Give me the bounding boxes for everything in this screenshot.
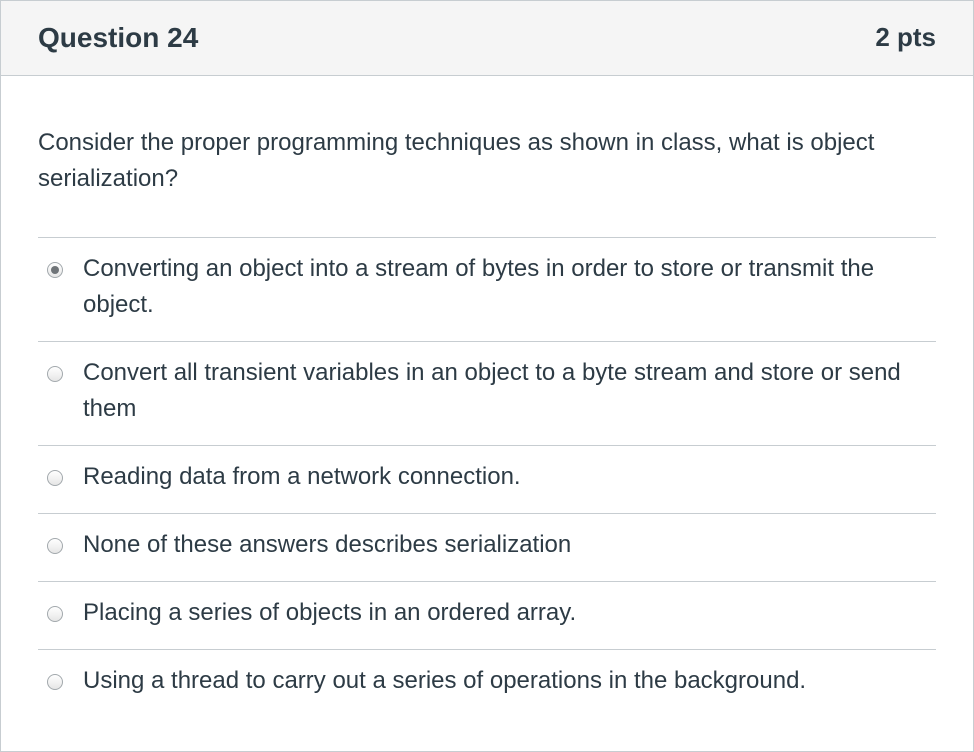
question-card: Question 24 2 pts Consider the proper pr… <box>0 0 974 752</box>
radio-button[interactable] <box>47 674 63 690</box>
answer-label[interactable]: Reading data from a network connection. <box>83 459 928 495</box>
radio-button[interactable] <box>47 366 63 382</box>
question-title: Question 24 <box>38 22 199 53</box>
answer-label[interactable]: Using a thread to carry out a series of … <box>83 663 928 699</box>
answer-option[interactable]: Placing a series of objects in an ordere… <box>38 582 936 650</box>
radio-button[interactable] <box>47 606 63 622</box>
answer-label[interactable]: Convert all transient variables in an ob… <box>83 355 928 427</box>
radio-button[interactable] <box>47 470 63 486</box>
question-body: Consider the proper programming techniqu… <box>1 125 973 717</box>
answer-option[interactable]: Converting an object into a stream of by… <box>38 238 936 342</box>
question-points: 2 pts <box>875 22 936 52</box>
radio-button[interactable] <box>47 538 63 554</box>
answer-option[interactable]: Reading data from a network connection. <box>38 446 936 514</box>
answer-label[interactable]: Converting an object into a stream of by… <box>83 251 928 323</box>
question-header: Question 24 2 pts <box>1 1 973 76</box>
answer-option[interactable]: Convert all transient variables in an ob… <box>38 342 936 446</box>
answer-list: Converting an object into a stream of by… <box>38 237 936 717</box>
question-text: Consider the proper programming techniqu… <box>38 129 875 192</box>
answer-label[interactable]: None of these answers describes serializ… <box>83 527 928 563</box>
answer-label[interactable]: Placing a series of objects in an ordere… <box>83 595 928 631</box>
answer-option[interactable]: Using a thread to carry out a series of … <box>38 650 936 717</box>
radio-button[interactable] <box>47 262 63 278</box>
answer-option[interactable]: None of these answers describes serializ… <box>38 514 936 582</box>
